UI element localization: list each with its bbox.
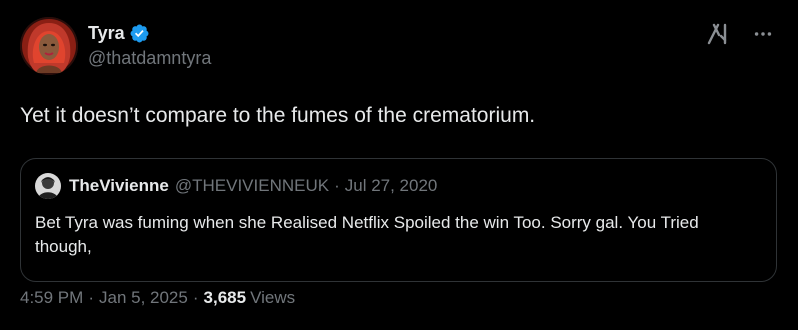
top-right-actions [706,22,774,51]
quote-text: Bet Tyra was fuming when she Realised Ne… [35,213,699,256]
views-label: Views [250,288,296,307]
grok-icon[interactable] [706,22,730,51]
tweet-meta: 4:59 PM · Jan 5, 2025 · 3,685 Views [20,288,295,308]
quote-header: TheVivienne @THEVIVIENNEUK · Jul 27, 202… [35,173,762,199]
quote-author-display-name[interactable]: TheVivienne [69,176,169,196]
tweet-card: Tyra @thatdamntyra Yet it doesn’t compar… [0,0,798,330]
author-avatar[interactable] [20,17,78,75]
author-display-name[interactable]: Tyra [88,22,125,44]
tweet-date[interactable]: Jan 5, 2025 [99,288,188,308]
author-names: Tyra @thatdamntyra [88,22,211,70]
name-row: Tyra [88,22,211,44]
author-handle[interactable]: @thatdamntyra [88,46,211,70]
quote-date[interactable]: Jul 27, 2020 [345,176,438,196]
tweet-header: Tyra @thatdamntyra [20,16,778,76]
meta-separator-2: · [192,288,199,307]
meta-separator: · [88,288,94,307]
verified-badge-icon[interactable] [129,23,150,44]
quote-author-handle[interactable]: @THEVIVIENNEUK [175,176,329,196]
tweet-text: Yet it doesn’t compare to the fumes of t… [20,104,536,127]
quote-author-avatar[interactable] [35,173,61,199]
quoted-tweet[interactable]: TheVivienne @THEVIVIENNEUK · Jul 27, 202… [20,158,777,282]
more-options-icon[interactable] [752,23,774,50]
quote-separator: · [334,176,340,195]
views-count[interactable]: 3,685 [204,288,247,308]
tweet-time[interactable]: 4:59 PM [20,288,83,308]
